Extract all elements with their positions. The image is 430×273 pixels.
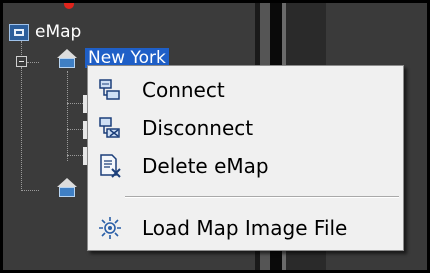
site-house-icon-2[interactable] bbox=[56, 178, 78, 198]
site-house-icon bbox=[56, 49, 78, 69]
menu-item-connect[interactable]: Connect bbox=[88, 72, 403, 108]
disconnect-icon bbox=[97, 115, 123, 141]
menu-item-delete-emap[interactable]: Delete eMap bbox=[88, 148, 403, 184]
collapse-toggle[interactable] bbox=[16, 56, 27, 67]
delete-emap-icon bbox=[97, 153, 123, 179]
menu-separator bbox=[125, 196, 399, 198]
context-menu: Connect Disconnect Delete eMap Load Map … bbox=[87, 65, 404, 251]
load-map-image-icon bbox=[97, 215, 123, 241]
tree-root-label: eMap bbox=[35, 22, 82, 42]
emap-panel: eMap New York Connect Disconnect Delete … bbox=[3, 3, 427, 270]
emap-root-icon bbox=[9, 23, 29, 41]
alarm-indicator bbox=[64, 3, 74, 9]
menu-item-disconnect[interactable]: Disconnect bbox=[88, 110, 403, 146]
connect-icon bbox=[97, 77, 123, 103]
tree-root-emap[interactable]: eMap bbox=[9, 22, 81, 42]
menu-item-load-map-image-file[interactable]: Load Map Image File bbox=[88, 210, 403, 246]
